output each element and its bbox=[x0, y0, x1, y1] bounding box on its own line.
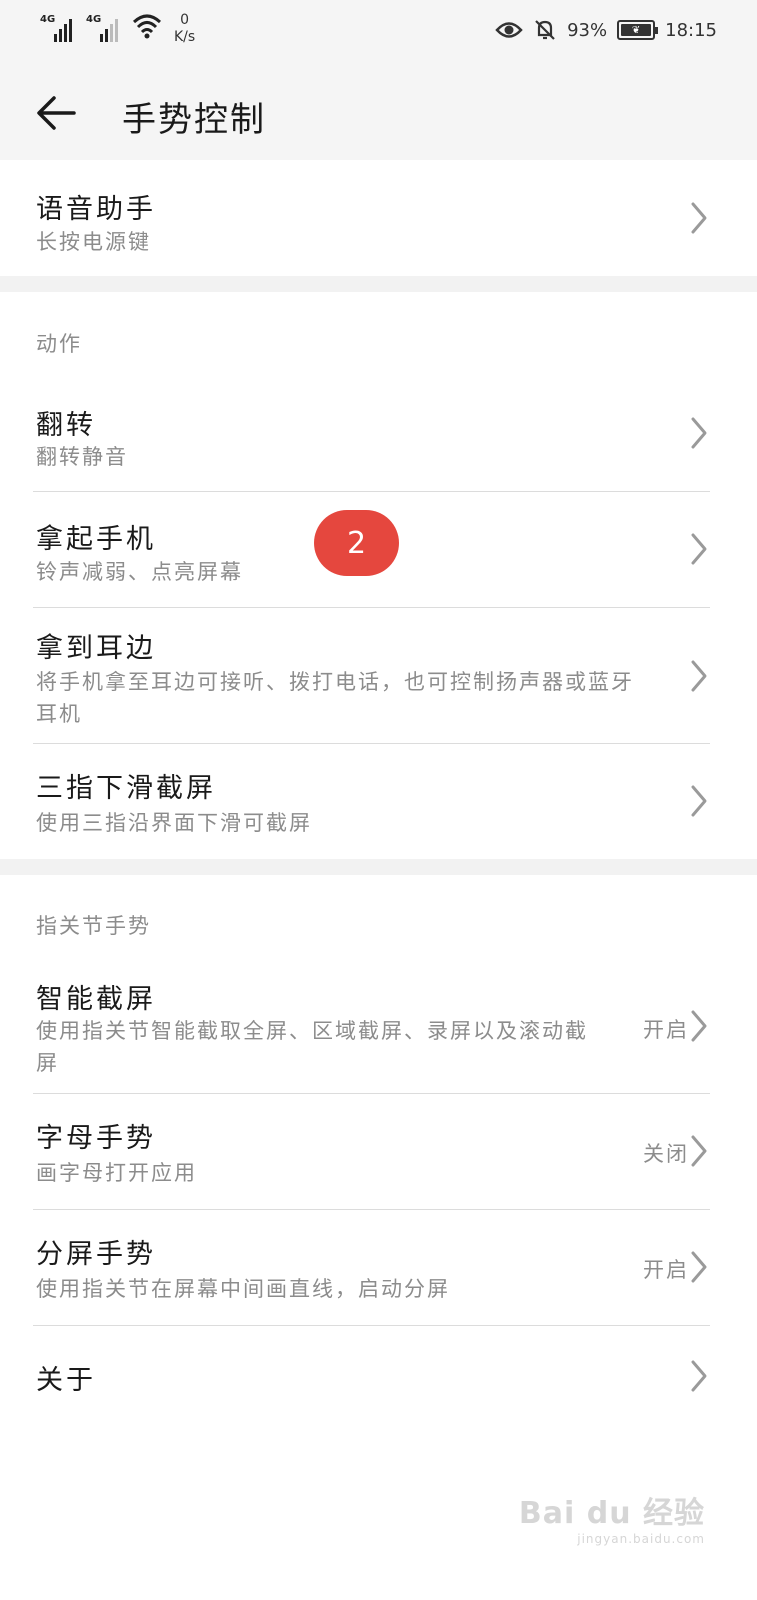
sim2-signal-icon: 4G bbox=[86, 12, 124, 42]
back-button[interactable] bbox=[32, 88, 82, 138]
sim1-signal-icon: 4G bbox=[40, 12, 78, 42]
item-subtitle: 铃声减弱、点亮屏幕 bbox=[36, 560, 243, 584]
list-item-flip[interactable]: 翻转 翻转静音 bbox=[0, 375, 757, 491]
list-item-voice-assistant[interactable]: 语音助手 长按电源键 bbox=[0, 160, 757, 276]
item-title: 语音助手 bbox=[36, 194, 156, 225]
chevron-right-icon bbox=[691, 1010, 707, 1042]
chevron-right-icon bbox=[691, 1360, 707, 1392]
list-item-split-screen-gesture[interactable]: 分屏手势 使用指关节在屏幕中间画直线，启动分屏 开启 bbox=[0, 1210, 757, 1325]
chevron-right-icon bbox=[691, 785, 707, 817]
network-speed: 0 K/s bbox=[174, 12, 196, 45]
chevron-right-icon bbox=[691, 417, 707, 449]
list-item-smart-screenshot[interactable]: 智能截屏 使用指关节智能截取全屏、区域截屏、录屏以及滚动截屏 开启 bbox=[0, 955, 757, 1093]
item-title: 字母手势 bbox=[36, 1123, 156, 1154]
chevron-right-icon bbox=[691, 1135, 707, 1167]
item-title: 分屏手势 bbox=[36, 1239, 156, 1270]
wifi-icon bbox=[132, 14, 162, 39]
item-status-value: 开启 bbox=[643, 1258, 689, 1282]
section-header-actions: 动作 bbox=[36, 332, 82, 356]
item-title: 拿起手机 bbox=[36, 524, 156, 555]
eye-comfort-icon bbox=[495, 22, 523, 38]
item-subtitle: 翻转静音 bbox=[36, 445, 128, 469]
baidu-watermark: Bai du 经验 jingyan.baidu.com bbox=[518, 1496, 705, 1546]
item-subtitle: 将手机拿至耳边可接听、拨打电话，也可控制扬声器或蓝牙耳机 bbox=[36, 670, 634, 726]
chevron-right-icon bbox=[691, 202, 707, 234]
back-arrow-icon bbox=[37, 96, 76, 130]
app-bar: 手势控制 bbox=[0, 66, 757, 160]
step-badge: 2 bbox=[314, 510, 399, 576]
list-item-raise-to-ear[interactable]: 拿到耳边 将手机拿至耳边可接听、拨打电话，也可控制扬声器或蓝牙耳机 bbox=[0, 608, 757, 743]
item-title: 智能截屏 bbox=[36, 984, 156, 1015]
section-header-knuckle-gestures: 指关节手势 bbox=[36, 914, 151, 938]
chevron-right-icon bbox=[691, 1251, 707, 1283]
item-title: 翻转 bbox=[36, 410, 96, 441]
section-gap bbox=[0, 859, 757, 875]
battery-percent: 93% bbox=[567, 19, 608, 41]
item-subtitle: 长按电源键 bbox=[36, 230, 151, 254]
list-item-about[interactable]: 关于 bbox=[0, 1326, 757, 1426]
chevron-right-icon bbox=[691, 660, 707, 692]
item-subtitle: 画字母打开应用 bbox=[36, 1161, 197, 1185]
chevron-right-icon bbox=[691, 533, 707, 565]
item-subtitle: 使用指关节在屏幕中间画直线，启动分屏 bbox=[36, 1277, 450, 1301]
page-title: 手势控制 bbox=[122, 100, 266, 140]
item-title: 拿到耳边 bbox=[36, 633, 156, 664]
list-item-three-finger-screenshot[interactable]: 三指下滑截屏 使用三指沿界面下滑可截屏 bbox=[0, 744, 757, 859]
item-title: 三指下滑截屏 bbox=[36, 773, 216, 804]
item-status-value: 开启 bbox=[643, 1018, 689, 1042]
item-subtitle: 使用三指沿界面下滑可截屏 bbox=[36, 811, 312, 835]
clock: 18:15 bbox=[665, 19, 717, 41]
list-item-letter-gesture[interactable]: 字母手势 画字母打开应用 关闭 bbox=[0, 1094, 757, 1209]
section-gap bbox=[0, 276, 757, 292]
item-status-value: 关闭 bbox=[643, 1142, 689, 1166]
status-bar: 4G 4G 0 K/s 93% ❦ 18:15 bbox=[0, 0, 757, 66]
battery-icon: ❦ bbox=[617, 20, 659, 40]
item-title: 关于 bbox=[36, 1365, 96, 1396]
mute-bell-icon bbox=[535, 20, 555, 40]
item-subtitle: 使用指关节智能截取全屏、区域截屏、录屏以及滚动截屏 bbox=[36, 1019, 588, 1075]
